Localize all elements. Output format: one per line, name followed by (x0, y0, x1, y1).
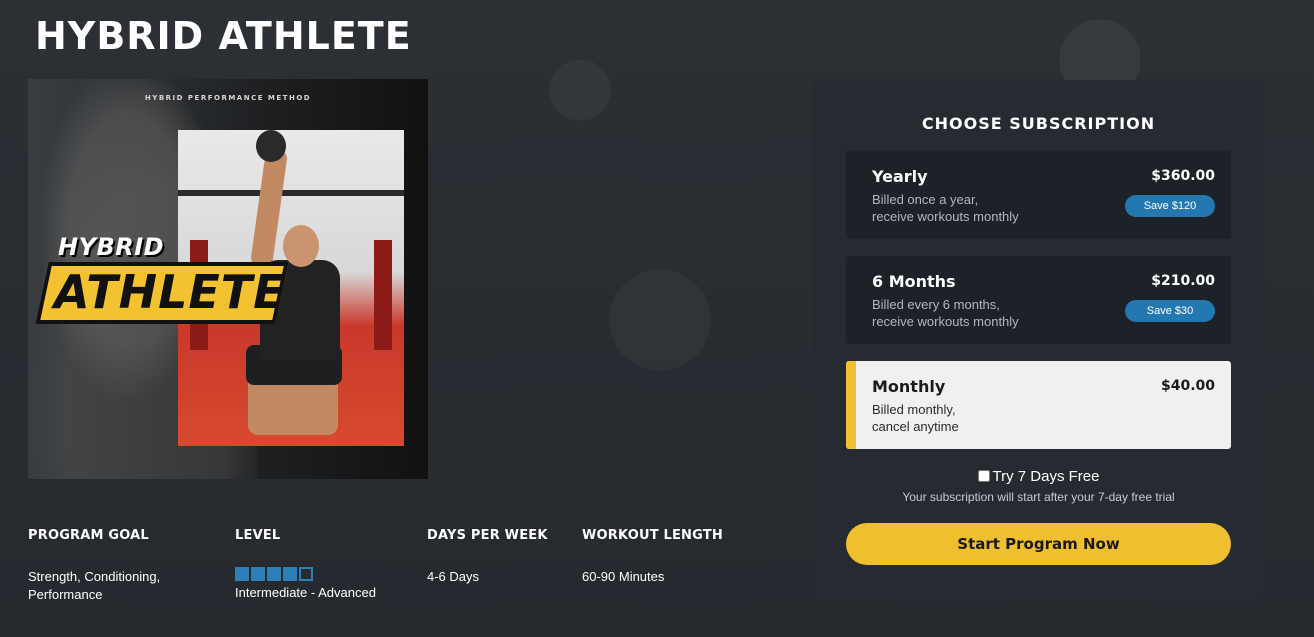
stat-program-goal: PROGRAM GOAL Strength, Conditioning, Per… (28, 528, 218, 604)
kettlebell-icon (256, 130, 286, 162)
stat-value: Intermediate - Advanced (235, 585, 376, 600)
stat-value: Strength, Conditioning, Performance (28, 569, 161, 602)
plan-description: Billed every 6 months, receive workouts … (872, 296, 1072, 330)
plan-option-yearly[interactable]: Yearly Billed once a year, receive worko… (846, 151, 1231, 239)
plan-description-line: Billed monthly, (872, 402, 956, 417)
subscription-title: CHOOSE SUBSCRIPTION (921, 114, 1156, 133)
plan-price: $360.00 (1151, 168, 1215, 184)
stat-label: DAYS PER WEEK (427, 528, 548, 543)
stat-days-per-week: DAYS PER WEEK 4-6 Days (427, 528, 577, 586)
level-dot-filled (235, 567, 249, 581)
save-badge: Save $120 (1125, 195, 1215, 217)
photo-ceiling-bar (178, 190, 404, 196)
subscription-panel: CHOOSE SUBSCRIPTION Yearly Billed once a… (812, 80, 1265, 600)
selected-accent-bar (846, 361, 856, 449)
free-trial-label: Try 7 Days Free (992, 468, 1100, 485)
plan-name: 6 Months (872, 272, 956, 291)
plan-description-line: Billed every 6 months, (872, 297, 1000, 312)
plan-option-6-months[interactable]: 6 Months Billed every 6 months, receive … (846, 256, 1231, 344)
plan-description-line: cancel anytime (872, 419, 959, 434)
photo-athlete-head (283, 225, 319, 267)
stat-label: PROGRAM GOAL (28, 528, 149, 543)
stat-value: 60-90 Minutes (582, 569, 665, 584)
plan-description-line: receive workouts monthly (872, 209, 1019, 224)
program-cover-image: HYBRID PERFORMANCE METHOD HYBRID ATHLETE (28, 79, 428, 479)
plan-name: Yearly (872, 167, 928, 186)
stat-label: LEVEL (235, 528, 281, 543)
plan-price: $40.00 (1160, 378, 1215, 394)
free-trial-note: Your subscription will start after your … (902, 490, 1175, 504)
level-indicator (235, 567, 415, 581)
plan-description-line: receive workouts monthly (872, 314, 1019, 329)
cover-logo-top: HYBRID (58, 233, 165, 261)
start-program-button[interactable]: Start Program Now (846, 523, 1231, 565)
free-trial-option[interactable]: Try 7 Days Free (812, 468, 1265, 485)
cover-logo-main: ATHLETE (54, 265, 286, 319)
plan-description: Billed monthly, cancel anytime (872, 401, 1072, 435)
free-trial-checkbox[interactable] (977, 470, 990, 482)
level-dot-filled (267, 567, 281, 581)
cover-tagline: HYBRID PERFORMANCE METHOD (144, 94, 312, 102)
plan-option-monthly[interactable]: Monthly Billed monthly, cancel anytime $… (846, 361, 1231, 449)
plan-description-line: Billed once a year, (872, 192, 979, 207)
plan-name: Monthly (872, 377, 946, 396)
plan-price: $210.00 (1151, 273, 1215, 289)
plan-description: Billed once a year, receive workouts mon… (872, 191, 1072, 225)
stat-value: 4-6 Days (427, 569, 480, 584)
stat-label: WORKOUT LENGTH (582, 528, 723, 543)
level-dot-filled (283, 567, 297, 581)
stat-workout-length: WORKOUT LENGTH 60-90 Minutes (582, 528, 752, 586)
photo-rack (374, 240, 392, 350)
page-title: HYBRID ATHLETE (35, 14, 412, 58)
level-dot-filled (251, 567, 265, 581)
save-badge: Save $30 (1125, 300, 1215, 322)
stat-level: LEVEL Intermediate - Advanced (235, 528, 415, 600)
level-dot-empty (299, 567, 313, 581)
